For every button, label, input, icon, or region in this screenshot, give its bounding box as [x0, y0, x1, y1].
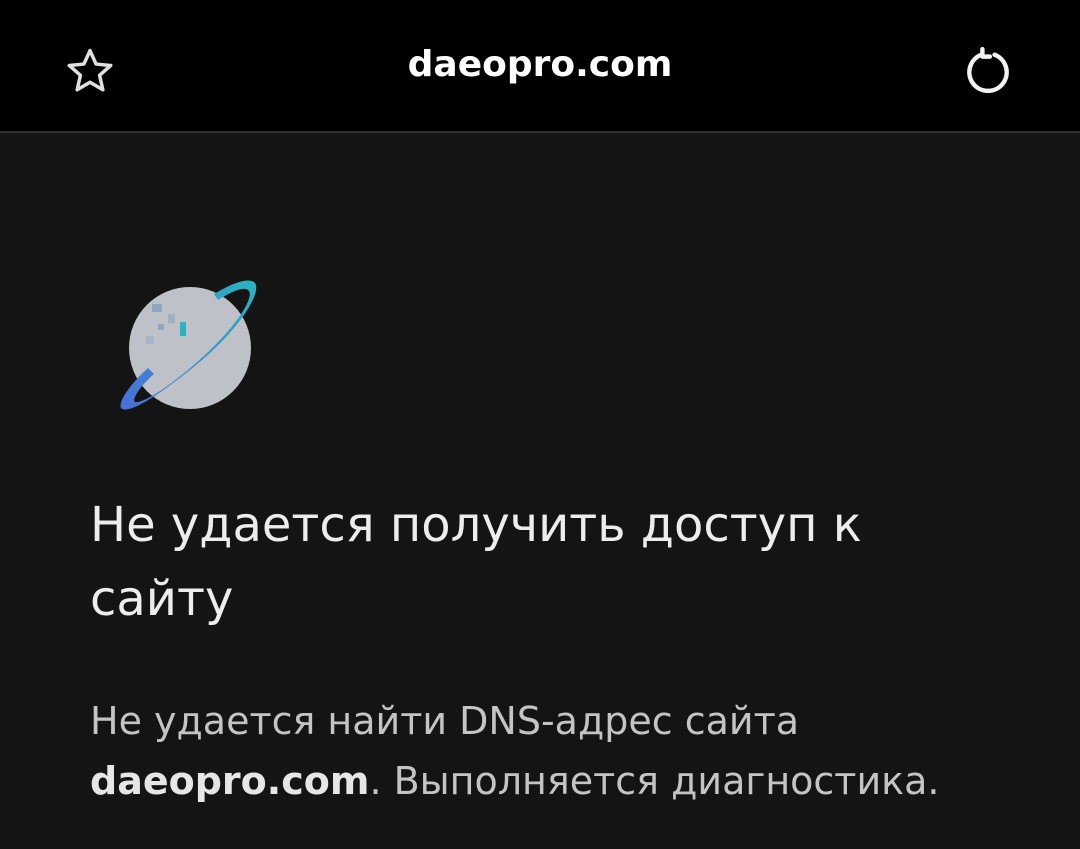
- error-domain: daeopro.com: [90, 759, 370, 803]
- reload-button[interactable]: [956, 40, 1020, 104]
- browser-page: daeopro.com Не удается получить доступ к…: [0, 0, 1080, 849]
- error-illustration: [118, 278, 263, 418]
- address-bar: daeopro.com: [0, 0, 1080, 133]
- error-description: Не удается найти DNS-адрес сайта daeopro…: [90, 691, 1050, 811]
- error-desc-before: Не удается найти DNS-адрес сайта: [90, 699, 800, 743]
- error-desc-after: . Выполняется диагностика.: [369, 759, 940, 803]
- error-title: Не удается получить доступ к сайту: [90, 497, 862, 627]
- reload-icon: [967, 46, 1009, 94]
- url-text[interactable]: daeopro.com: [0, 44, 1080, 85]
- dino-planet-icon: [120, 280, 257, 410]
